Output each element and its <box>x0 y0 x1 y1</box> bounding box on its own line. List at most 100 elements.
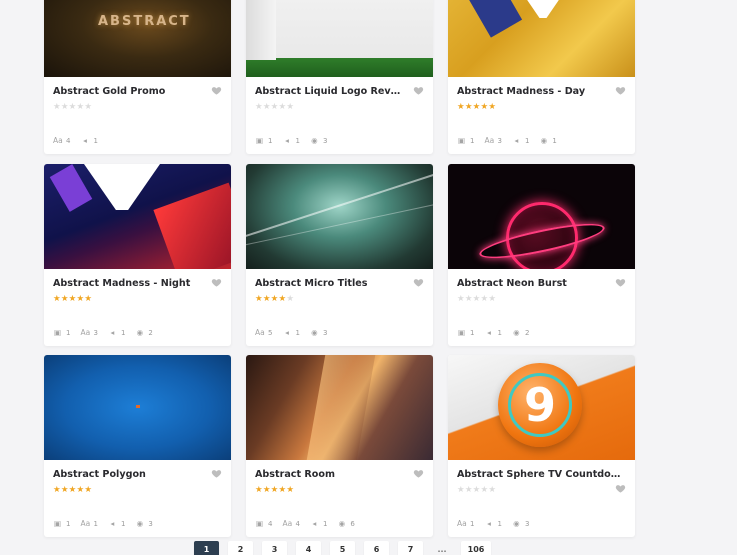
meta-item: Aa 4 <box>282 520 299 529</box>
meta-item: ◉ 3 <box>135 520 153 529</box>
meta-item: ▣ 1 <box>255 137 273 146</box>
card-title[interactable]: Abstract Gold Promo <box>53 85 203 99</box>
meta-count: 1 <box>470 137 475 145</box>
audio-icon: ◂ <box>312 519 317 528</box>
meta-item: Aa 1 <box>457 519 474 529</box>
template-card[interactable]: ABSTRACT Abstract Gold Promo ★★★★★ Aa 4 ◂ 1 <box>44 0 231 154</box>
meta-item: ▣ 1 <box>53 329 71 338</box>
page-button-5[interactable]: 5 <box>330 541 355 555</box>
template-card[interactable]: 9 Abstract Sphere TV Countdown ★★★★★ Aa 1… <box>448 355 635 537</box>
meta-count: 5 <box>268 329 273 337</box>
star-rating: ★★★★★ <box>255 102 424 112</box>
meta-count: 1 <box>66 329 71 337</box>
meta-count: 6 <box>350 520 355 528</box>
card-thumbnail[interactable]: 9 <box>448 355 635 460</box>
heart-icon[interactable] <box>615 85 626 96</box>
heart-icon[interactable] <box>413 277 424 288</box>
template-card[interactable]: Abstract Neon Burst ★★★★★ ▣ 1 ◂ 1 ◉ 2 <box>448 164 635 346</box>
star-icon: ★ <box>464 102 473 112</box>
template-card[interactable]: Abstract Madness - Day ★★★★★ ▣ 1 Aa 3 ◂ 1 ◉ 1 <box>448 0 635 154</box>
card-meta: Aa 5 ◂ 1 ◉ 3 <box>255 328 327 338</box>
star-icon: ★ <box>488 294 497 304</box>
meta-item: ◉ 3 <box>512 519 529 529</box>
card-thumbnail[interactable] <box>246 164 433 269</box>
audio-icon: ◂ <box>285 328 289 337</box>
thumbnail-shape <box>306 355 376 460</box>
star-rating: ★★★★★ <box>255 485 424 495</box>
star-icon: ★ <box>84 102 93 112</box>
card-meta: ▣ 4 Aa 4 ◂ 1 ◉ 6 <box>255 519 355 529</box>
meta-item: ◂ 1 <box>282 328 300 338</box>
card-title[interactable]: Abstract Polygon <box>53 468 203 482</box>
meta-count: 3 <box>322 137 328 145</box>
star-icon: ★ <box>262 102 271 112</box>
meta-count: 1 <box>120 329 126 337</box>
card-body: Abstract Gold Promo ★★★★★ Aa 4 ◂ 1 <box>44 77 231 154</box>
template-card[interactable]: Abstract Micro Titles ★★★★★ Aa 5 ◂ 1 ◉ 3 <box>246 164 433 346</box>
text-icon: Aa <box>255 328 265 337</box>
meta-item: ◉ 2 <box>135 328 153 338</box>
star-icon: ★ <box>488 485 497 495</box>
star-icon: ★ <box>262 294 271 304</box>
template-card[interactable]: Abstract Room ★★★★★ ▣ 4 Aa 4 ◂ 1 ◉ 6 <box>246 355 433 537</box>
thumbnail-shape <box>49 164 93 212</box>
card-title[interactable]: Abstract Liquid Logo Reveal <box>255 85 405 99</box>
meta-count: 4 <box>66 137 71 145</box>
meta-item: ◉ 6 <box>337 520 355 529</box>
card-meta: ▣ 1 ◂ 1 ◉ 3 <box>255 137 328 146</box>
thumbnail-shape <box>136 405 140 408</box>
page-button-7[interactable]: 7 <box>398 541 423 555</box>
meta-item: ◉ 3 <box>310 328 327 338</box>
star-icon: ★ <box>457 294 465 304</box>
meta-count: 3 <box>148 520 153 528</box>
heart-icon[interactable] <box>211 277 222 288</box>
meta-item: Aa 5 <box>255 328 273 338</box>
meta-count: 1 <box>268 137 273 145</box>
heart-icon[interactable] <box>615 483 626 494</box>
heart-icon[interactable] <box>211 85 222 96</box>
card-thumbnail[interactable] <box>448 164 635 269</box>
page-button-6[interactable]: 6 <box>364 541 389 555</box>
star-rating: ★★★★★ <box>457 294 626 304</box>
template-card[interactable]: Abstract Madness - Night ★★★★★ ▣ 1 Aa 3 ◂ 1 ◉ 2 <box>44 164 231 346</box>
card-thumbnail[interactable] <box>44 164 231 269</box>
card-title[interactable]: Abstract Neon Burst <box>457 277 607 291</box>
card-title[interactable]: Abstract Madness - Night <box>53 277 203 291</box>
card-title[interactable]: Abstract Madness - Day <box>457 85 607 99</box>
card-thumbnail[interactable] <box>246 355 433 460</box>
page-button-last[interactable]: 106 <box>461 541 491 555</box>
heart-icon[interactable] <box>413 468 424 479</box>
heart-icon[interactable] <box>413 85 424 96</box>
color-icon: ◉ <box>311 328 318 337</box>
color-icon: ◉ <box>136 328 144 337</box>
card-title[interactable]: Abstract Micro Titles <box>255 277 405 291</box>
card-body: Abstract Neon Burst ★★★★★ ▣ 1 ◂ 1 ◉ 2 <box>448 269 635 346</box>
card-body: Abstract Polygon ★★★★★ ▣ 1 Aa 1 ◂ 1 ◉ 3 <box>44 460 231 537</box>
template-card[interactable]: Abstract Liquid Logo Reveal ★★★★★ ▣ 1 ◂ 1 ◉ 3 <box>246 0 433 154</box>
meta-count: 1 <box>497 329 502 337</box>
card-body: Abstract Micro Titles ★★★★★ Aa 5 ◂ 1 ◉ 3 <box>246 269 433 346</box>
heart-icon[interactable] <box>211 468 222 479</box>
page-button-2[interactable]: 2 <box>228 541 253 555</box>
card-body: Abstract Sphere TV Countdown ★★★★★ Aa 1 ◂ 1… <box>448 460 635 537</box>
camera-icon: ▣ <box>457 136 466 145</box>
card-thumbnail[interactable]: ABSTRACT <box>44 0 231 77</box>
meta-count: 4 <box>268 520 273 528</box>
text-icon: Aa <box>53 136 63 145</box>
page-button-3[interactable]: 3 <box>262 541 287 555</box>
card-title[interactable]: Abstract Sphere TV Countdown <box>457 468 626 482</box>
meta-count: 1 <box>552 137 557 145</box>
star-icon: ★ <box>84 485 93 495</box>
heart-icon[interactable] <box>615 277 626 288</box>
page-button-1[interactable]: 1 <box>194 541 219 555</box>
color-icon: ◉ <box>513 519 520 528</box>
card-thumbnail[interactable] <box>448 0 635 77</box>
text-icon: Aa <box>80 328 91 337</box>
meta-item: ▣ 1 <box>53 520 71 529</box>
card-title[interactable]: Abstract Room <box>255 468 405 482</box>
text-icon: Aa <box>457 519 467 528</box>
card-thumbnail[interactable] <box>246 0 433 77</box>
card-thumbnail[interactable] <box>44 355 231 460</box>
template-card[interactable]: Abstract Polygon ★★★★★ ▣ 1 Aa 1 ◂ 1 ◉ 3 <box>44 355 231 537</box>
page-button-4[interactable]: 4 <box>296 541 321 555</box>
